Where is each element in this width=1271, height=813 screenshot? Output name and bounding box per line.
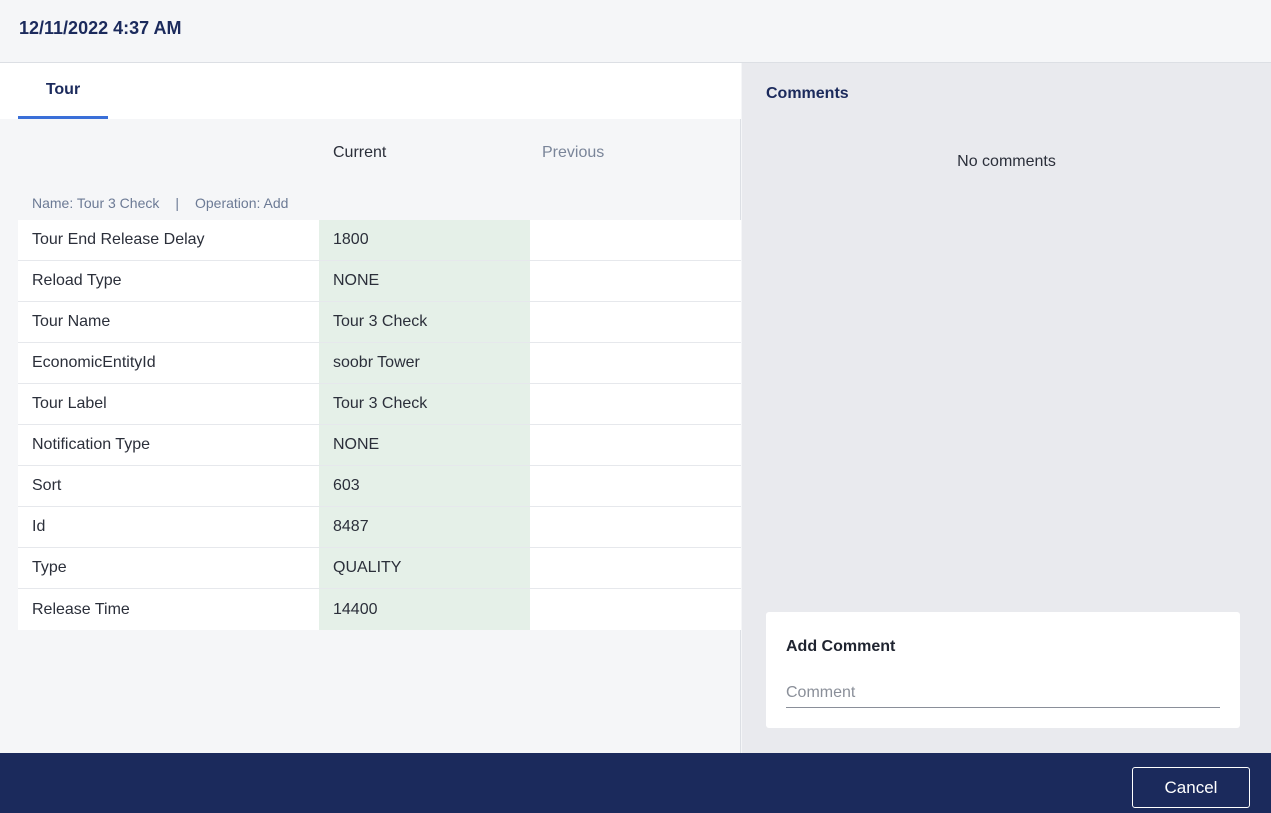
dialog-footer: Cancel [0, 753, 1271, 813]
table-row: Tour Name Tour 3 Check [18, 302, 741, 343]
table-row: Reload Type NONE [18, 261, 741, 302]
row-current-value: 1800 [319, 220, 530, 260]
column-header-current: Current [333, 144, 387, 161]
row-previous-value [530, 589, 741, 630]
row-previous-value [530, 302, 741, 342]
row-label: Notification Type [32, 436, 150, 453]
row-previous-value [530, 220, 741, 260]
column-header-previous: Previous [542, 144, 605, 161]
row-previous-value [530, 425, 741, 465]
comments-title: Comments [766, 85, 849, 102]
record-meta: Name: Tour 3 Check | Operation: Add [32, 195, 288, 211]
row-label: EconomicEntityId [32, 354, 156, 371]
row-label: Tour Label [32, 395, 107, 412]
row-label: Reload Type [32, 272, 122, 289]
row-current-value: 14400 [319, 589, 530, 630]
row-label: Sort [32, 477, 62, 494]
changes-table: Tour End Release Delay 1800 Reload Type NON… [18, 220, 741, 630]
comment-input[interactable] [786, 678, 1220, 708]
row-current-value: NONE [319, 425, 530, 465]
row-current-value: soobr Tower [319, 343, 530, 383]
table-row: Release Time 14400 [18, 589, 741, 630]
table-row: Tour Label Tour 3 Check [18, 384, 741, 425]
comments-panel: Comments No comments Add Comment [742, 63, 1271, 753]
row-current-value: 603 [319, 466, 530, 506]
table-row: Tour End Release Delay 1800 [18, 220, 741, 261]
add-comment-card: Add Comment [766, 612, 1240, 728]
row-label: Id [32, 518, 46, 535]
record-name: Name: Tour 3 Check [32, 195, 160, 211]
row-label: Tour Name [32, 313, 111, 330]
dialog-header: 12/11/2022 4:37 AM [0, 0, 1271, 63]
row-current-value: QUALITY [319, 548, 530, 588]
row-current-value: Tour 3 Check [319, 302, 530, 342]
add-comment-title: Add Comment [786, 638, 896, 655]
table-row: Type QUALITY [18, 548, 741, 589]
row-label: Release Time [32, 600, 130, 618]
cancel-button[interactable]: Cancel [1132, 767, 1250, 808]
row-label: Type [32, 559, 67, 576]
table-row: Notification Type NONE [18, 425, 741, 466]
row-previous-value [530, 466, 741, 506]
row-current-value: Tour 3 Check [319, 384, 530, 424]
row-previous-value [530, 384, 741, 424]
row-current-value: NONE [319, 261, 530, 301]
tab-bar: Tour [0, 63, 741, 119]
table-row: Id 8487 [18, 507, 741, 548]
record-operation: Operation: Add [195, 195, 289, 211]
row-label: Tour End Release Delay [32, 231, 205, 248]
tab-tour[interactable]: Tour [18, 63, 108, 119]
changes-panel: Tour Current Previous Name: Tour 3 Check… [0, 63, 741, 753]
page-title: 12/11/2022 4:37 AM [19, 18, 182, 38]
row-previous-value [530, 548, 741, 588]
table-row: EconomicEntityId soobr Tower [18, 343, 741, 384]
row-previous-value [530, 507, 741, 547]
meta-divider: | [175, 195, 179, 211]
row-current-value: 8487 [319, 507, 530, 547]
table-row: Sort 603 [18, 466, 741, 507]
row-previous-value [530, 343, 741, 383]
row-previous-value [530, 261, 741, 301]
no-comments-message: No comments [957, 153, 1056, 170]
